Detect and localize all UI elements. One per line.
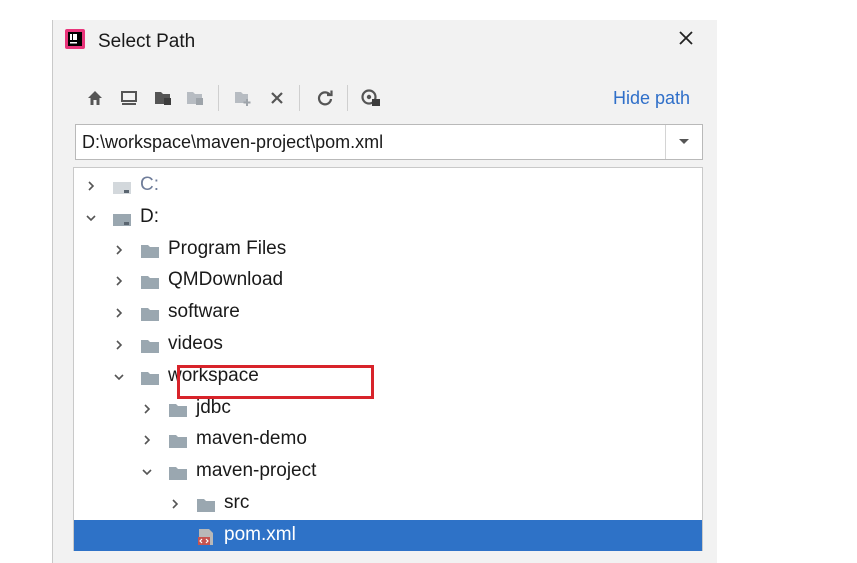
- hide-path-link[interactable]: Hide path: [613, 88, 690, 109]
- toolbar-separator: [218, 85, 219, 111]
- home-button[interactable]: [83, 86, 107, 110]
- project-button[interactable]: [151, 86, 175, 110]
- delete-icon: [271, 92, 283, 104]
- tree-row[interactable]: src: [74, 488, 702, 520]
- folder-icon: [168, 401, 188, 417]
- chevron-right-icon[interactable]: [110, 271, 128, 291]
- folder-label: src: [224, 492, 250, 513]
- new-folder-button[interactable]: [231, 86, 255, 110]
- folder-icon: [140, 242, 160, 258]
- chevron-right-icon[interactable]: [166, 494, 184, 514]
- drive-icon: [112, 210, 132, 226]
- folder-icon: [140, 369, 160, 385]
- folder-label: jdbc: [196, 396, 231, 418]
- chevron-right-icon[interactable]: [138, 430, 156, 450]
- chevron-right-icon[interactable]: [110, 240, 128, 260]
- refresh-icon: [317, 90, 333, 106]
- tree-row[interactable]: D:: [74, 202, 702, 234]
- tree-row[interactable]: pom.xml: [74, 519, 702, 551]
- folder-icon: [196, 496, 216, 512]
- folder-icon: [168, 432, 188, 449]
- module-folder-icon: [187, 92, 203, 105]
- chevron-right-icon[interactable]: [110, 303, 128, 323]
- tree-row[interactable]: software: [74, 297, 702, 329]
- toolbar-separator: [347, 85, 348, 111]
- close-button[interactable]: [673, 26, 699, 52]
- folder-label: QMDownload: [168, 269, 284, 291]
- folder-icon: [140, 273, 160, 290]
- drive-label: C:: [140, 174, 159, 195]
- project-folder-icon: [155, 92, 171, 105]
- chevron-down-icon[interactable]: [110, 367, 128, 387]
- folder-label: Program Files: [168, 237, 287, 259]
- desktop-button[interactable]: [117, 86, 141, 110]
- desktop-icon: [121, 91, 137, 105]
- maven-xml-file-icon: [196, 528, 216, 545]
- path-dropdown-button[interactable]: [665, 125, 702, 159]
- drive-icon: [112, 178, 132, 194]
- chevron-right-icon[interactable]: [82, 176, 100, 196]
- tree-row[interactable]: jdbc: [74, 393, 702, 425]
- toolbar: Hide path: [53, 84, 717, 114]
- tree-row[interactable]: C:: [74, 170, 702, 202]
- path-combobox[interactable]: [75, 124, 703, 160]
- folder-icon: [140, 305, 160, 322]
- module-button[interactable]: [183, 86, 207, 110]
- folder-icon: [168, 464, 188, 481]
- show-hidden-icon: [361, 89, 380, 106]
- home-icon: [88, 91, 102, 105]
- folder-label: workspace: [168, 364, 259, 386]
- toolbar-separator: [299, 85, 300, 111]
- tree-row[interactable]: videos: [74, 329, 702, 361]
- tree-row[interactable]: QMDownload: [74, 265, 702, 297]
- folder-label: maven-demo: [196, 428, 307, 450]
- chevron-down-icon[interactable]: [138, 462, 156, 482]
- select-path-dialog: Select Path Hide path D:\workspace\maven…: [52, 20, 717, 563]
- tree-row[interactable]: Program Files: [74, 234, 702, 266]
- chevron-right-icon[interactable]: [110, 335, 128, 355]
- new-folder-icon: [235, 92, 251, 106]
- close-icon: [679, 31, 693, 45]
- folder-label: videos: [168, 333, 223, 354]
- chevron-right-icon[interactable]: [138, 399, 156, 419]
- folder-label: maven-project: [196, 460, 317, 482]
- intellij-logo-icon: [65, 29, 85, 49]
- chevron-down-icon: [679, 139, 689, 144]
- file-label: pom.xml: [224, 523, 296, 545]
- drive-label: D:: [140, 205, 159, 227]
- path-input[interactable]: [76, 125, 668, 159]
- delete-button[interactable]: [265, 86, 289, 110]
- refresh-button[interactable]: [313, 86, 337, 110]
- dialog-title: Select Path: [98, 31, 196, 52]
- chevron-down-icon[interactable]: [82, 208, 100, 228]
- folder-icon: [140, 337, 160, 353]
- file-tree[interactable]: C: D: Program Files QMDownload software video…: [73, 167, 703, 551]
- folder-label: software: [168, 301, 240, 323]
- tree-row[interactable]: maven-project: [74, 456, 702, 488]
- tree-row[interactable]: workspace: [74, 361, 702, 393]
- show-hidden-button[interactable]: [359, 86, 383, 110]
- title-bar: Select Path: [53, 20, 717, 62]
- tree-row[interactable]: maven-demo: [74, 424, 702, 456]
